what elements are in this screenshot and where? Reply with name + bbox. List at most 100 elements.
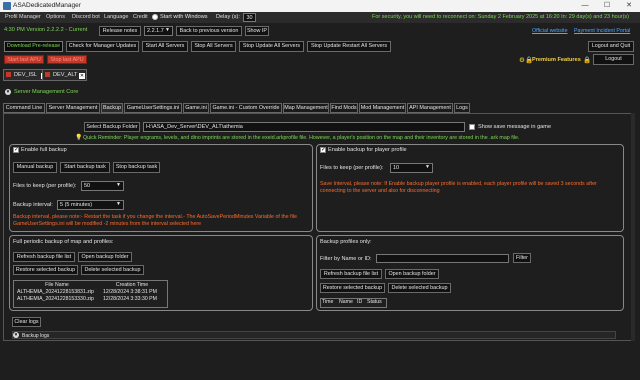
player-files-keep-select[interactable]: 10 ▼ (390, 163, 433, 173)
tab-mod-management[interactable]: Mod Management (359, 103, 406, 113)
menu-language[interactable]: Language (104, 13, 128, 22)
menu-options[interactable]: Options (46, 13, 65, 22)
backup-logs-expander[interactable] (12, 331, 616, 339)
logout-quit-button[interactable]: Logout and Quit (588, 41, 634, 52)
refresh-profile-list-button[interactable]: Refresh backup file list (320, 269, 382, 279)
payment-portal-link[interactable]: Payment Incident Portal (574, 28, 630, 34)
tab-game-ini[interactable]: Game.ini (183, 103, 209, 113)
delay-label: Delay (s): (216, 14, 240, 20)
lock-icon: 🔒 (583, 57, 592, 64)
maximize-icon[interactable]: ☐ (596, 0, 618, 12)
select-backup-folder-button[interactable]: Select Backup Folder (84, 122, 140, 132)
backup-logs-label: Backup logs (22, 333, 50, 339)
table-row[interactable]: ALTHEMIA_20241228153831.zip 12/28/2024 3:… (14, 288, 164, 295)
menu-profil-manager[interactable]: Profil Manager (5, 13, 41, 22)
clear-logs-button[interactable]: Clear logs (12, 317, 41, 327)
column-header-time[interactable]: Creation Time (100, 281, 164, 288)
stop-all-servers-button[interactable]: Stop All Servers (191, 41, 236, 52)
tab-gameusersettings[interactable]: GameUserSettings.ini (124, 103, 182, 113)
backup-folder-path-input[interactable]: H:\ASA_Dev_Server\DEV_ALT\athemia (143, 122, 465, 132)
release-notes-button[interactable]: Release notes (99, 26, 141, 36)
column-header-status[interactable]: Status (367, 299, 382, 305)
reconnect-notice: For security, you will need to reconnect… (372, 14, 630, 20)
menu-credit[interactable]: Credit (133, 13, 148, 22)
close-icon[interactable]: ✕ (79, 73, 85, 79)
start-last-button[interactable]: Start last APU (4, 55, 44, 64)
expand-arrow-icon[interactable]: ▼ (13, 332, 19, 338)
delete-profile-button[interactable]: Delete selected backup (388, 283, 451, 293)
start-with-windows-label: Start with Windows (160, 14, 208, 20)
server-status-icon (45, 72, 50, 77)
enable-full-backup-checkbox[interactable] (13, 146, 19, 153)
official-website-link[interactable]: Official website (532, 28, 568, 34)
logout-button[interactable]: Logout (593, 54, 634, 65)
gear-icon[interactable]: ⚙ (519, 56, 525, 64)
menu-discord-bot[interactable]: Discord bot (72, 13, 100, 22)
server-tab-dev-alt[interactable]: DEV_ALT ✕ (42, 69, 87, 81)
premium-features-label[interactable]: Premium Features (532, 57, 581, 63)
version-select[interactable]: 2.2.1.7 ▼ (144, 26, 173, 36)
tab-api-management[interactable]: API Management (407, 103, 453, 113)
chevron-down-icon: ▼ (116, 182, 121, 188)
backup-interval-select[interactable]: 5 (5 minutes) ▼ (57, 200, 124, 210)
restore-profile-button[interactable]: Restore selected backup (320, 283, 385, 293)
server-core-label[interactable]: Server Management Core (14, 89, 78, 95)
filter-input[interactable] (376, 254, 509, 263)
start-all-servers-button[interactable]: Start All Servers (142, 41, 188, 52)
open-backup-folder-button[interactable]: Open backup folder (78, 252, 132, 262)
tab-backup[interactable]: Backup (101, 103, 123, 113)
column-header-time[interactable]: Time (322, 299, 333, 305)
file-name-cell: ALTHEMIA_20241228153831.zip (17, 288, 94, 295)
chevron-down-icon: ▼ (165, 27, 170, 33)
tab-logs[interactable]: Logs (454, 103, 470, 113)
chevron-down-icon: ▼ (425, 164, 430, 170)
table-row[interactable]: ALTHEMIA_20241228153330.zip 12/28/2024 3:… (14, 295, 164, 302)
tab-find-mods[interactable]: Find Mods (330, 103, 358, 113)
show-save-message-checkbox[interactable] (469, 124, 475, 130)
minimize-icon[interactable]: — (574, 0, 596, 12)
column-header-name[interactable]: Name (339, 299, 353, 305)
periodic-backup-title: Full periodic backup of map and profiles… (13, 239, 114, 245)
check-updates-button[interactable]: Check for Manager Updates (66, 41, 139, 52)
show-ip-button[interactable]: Show IP (245, 26, 269, 36)
back-previous-version-button[interactable]: Back to previous version (176, 26, 242, 36)
files-keep-label: Files to keep (per profile): (13, 183, 77, 189)
delete-backup-button[interactable]: Delete selected backup (81, 265, 144, 275)
stop-last-button[interactable]: Stop last APU (47, 55, 87, 64)
expand-arrow-icon[interactable]: ▼ (5, 89, 11, 95)
enable-full-backup-label: Enable full backup (21, 147, 67, 153)
chevron-down-icon: ▼ (116, 201, 121, 207)
backup-interval-label: Backup interval: (13, 202, 53, 208)
column-header-id[interactable]: ID (357, 299, 362, 305)
player-interval-note: Save Interval, please note: If Enable ba… (320, 181, 597, 194)
filter-button[interactable]: Filter (513, 253, 531, 263)
refresh-backup-list-button[interactable]: Refresh backup file list (13, 252, 75, 262)
manual-backup-button[interactable]: Manual backup (13, 162, 57, 173)
open-profile-folder-button[interactable]: Open backup folder (385, 269, 439, 279)
creation-time-cell: 12/28/2024 3:38:31 PM (103, 288, 157, 295)
stop-backup-task-button[interactable]: Stop backup task (113, 162, 160, 173)
creation-time-cell: 12/28/2024 3:33:30 PM (103, 295, 157, 302)
tab-command-line[interactable]: Command Line (3, 103, 45, 113)
column-header-file[interactable]: File Name (14, 281, 100, 288)
filter-label: Filter by Name or ID: (320, 256, 372, 262)
download-prerelease-button[interactable]: Download Pre-release (4, 41, 63, 52)
app-icon (3, 2, 11, 10)
server-status-icon (6, 72, 11, 77)
vertical-scrollbar[interactable] (631, 113, 635, 341)
start-backup-task-button[interactable]: Start backup task (60, 162, 110, 173)
lightbulb-icon: 💡 (75, 135, 83, 141)
tab-map-management[interactable]: Map Management (283, 103, 329, 113)
close-icon[interactable]: ✕ (618, 0, 640, 12)
stop-update-restart-all-button[interactable]: Stop Update Restart All Servers (307, 41, 391, 52)
enable-player-backup-checkbox[interactable] (320, 146, 326, 153)
files-keep-select[interactable]: 50 ▼ (81, 181, 124, 191)
delay-input[interactable]: 30 (243, 13, 256, 22)
window-title: ASADedicatedManager (13, 2, 81, 9)
stop-update-all-button[interactable]: Stop Update All Servers (239, 41, 304, 52)
tab-game-ini-override[interactable]: Game.ini - Custom Override (210, 103, 282, 113)
tab-server-management[interactable]: Server Management (46, 103, 100, 113)
start-with-windows-radio[interactable] (152, 14, 158, 20)
restore-backup-button[interactable]: Restore selected backup (13, 265, 78, 275)
quick-reminder-text: Quick Reminder: Player engrams, levels, … (83, 135, 520, 141)
